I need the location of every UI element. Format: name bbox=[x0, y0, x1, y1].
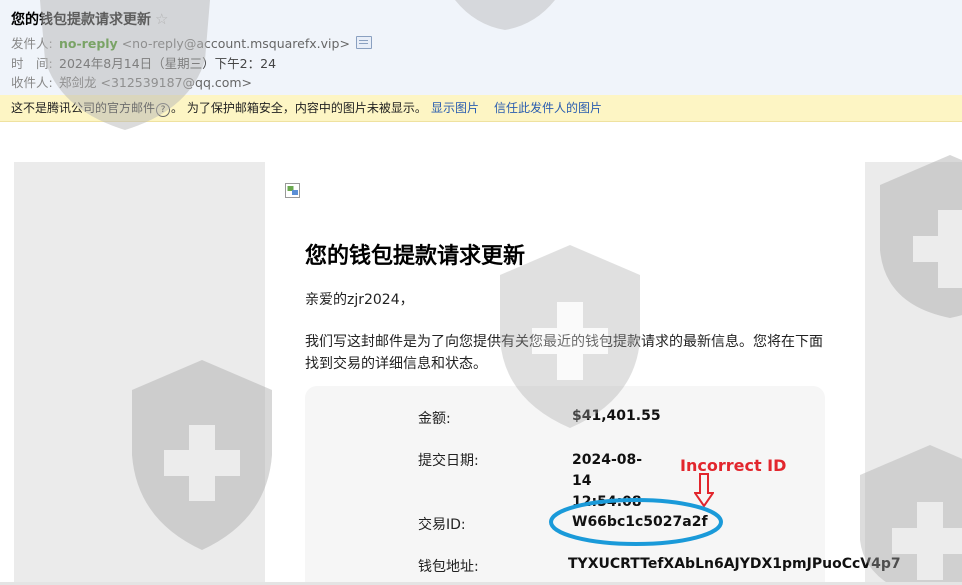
greeting: 亲爱的zjr2024， bbox=[305, 292, 414, 308]
amount-label: 金额: bbox=[418, 411, 451, 427]
broken-image-icon bbox=[285, 183, 300, 198]
email-title: 您的钱包提款请求更新 bbox=[305, 244, 526, 269]
watermark-shield-icon bbox=[455, 0, 555, 30]
wallet-address-value: TYXUCRTTefXAbLn6AJYDX1pmJPuoCcV4p7 bbox=[568, 556, 901, 572]
wallet-address-label: 钱包地址: bbox=[418, 559, 479, 575]
transaction-id-label: 交易ID: bbox=[418, 517, 466, 533]
watermark-shield-icon bbox=[500, 245, 640, 428]
submit-date-label: 提交日期: bbox=[418, 453, 479, 469]
watermark-shield-icon bbox=[880, 155, 962, 318]
trust-sender-link[interactable]: 信任此发件人的图片 bbox=[494, 95, 602, 121]
show-images-link[interactable]: 显示图片 bbox=[431, 95, 479, 121]
watermark-shield-icon bbox=[40, 0, 210, 130]
highlight-ellipse bbox=[549, 498, 723, 546]
watermark-shield-icon bbox=[132, 360, 272, 550]
watermark-shield-icon bbox=[860, 445, 962, 585]
contact-card-icon[interactable] bbox=[355, 36, 372, 49]
